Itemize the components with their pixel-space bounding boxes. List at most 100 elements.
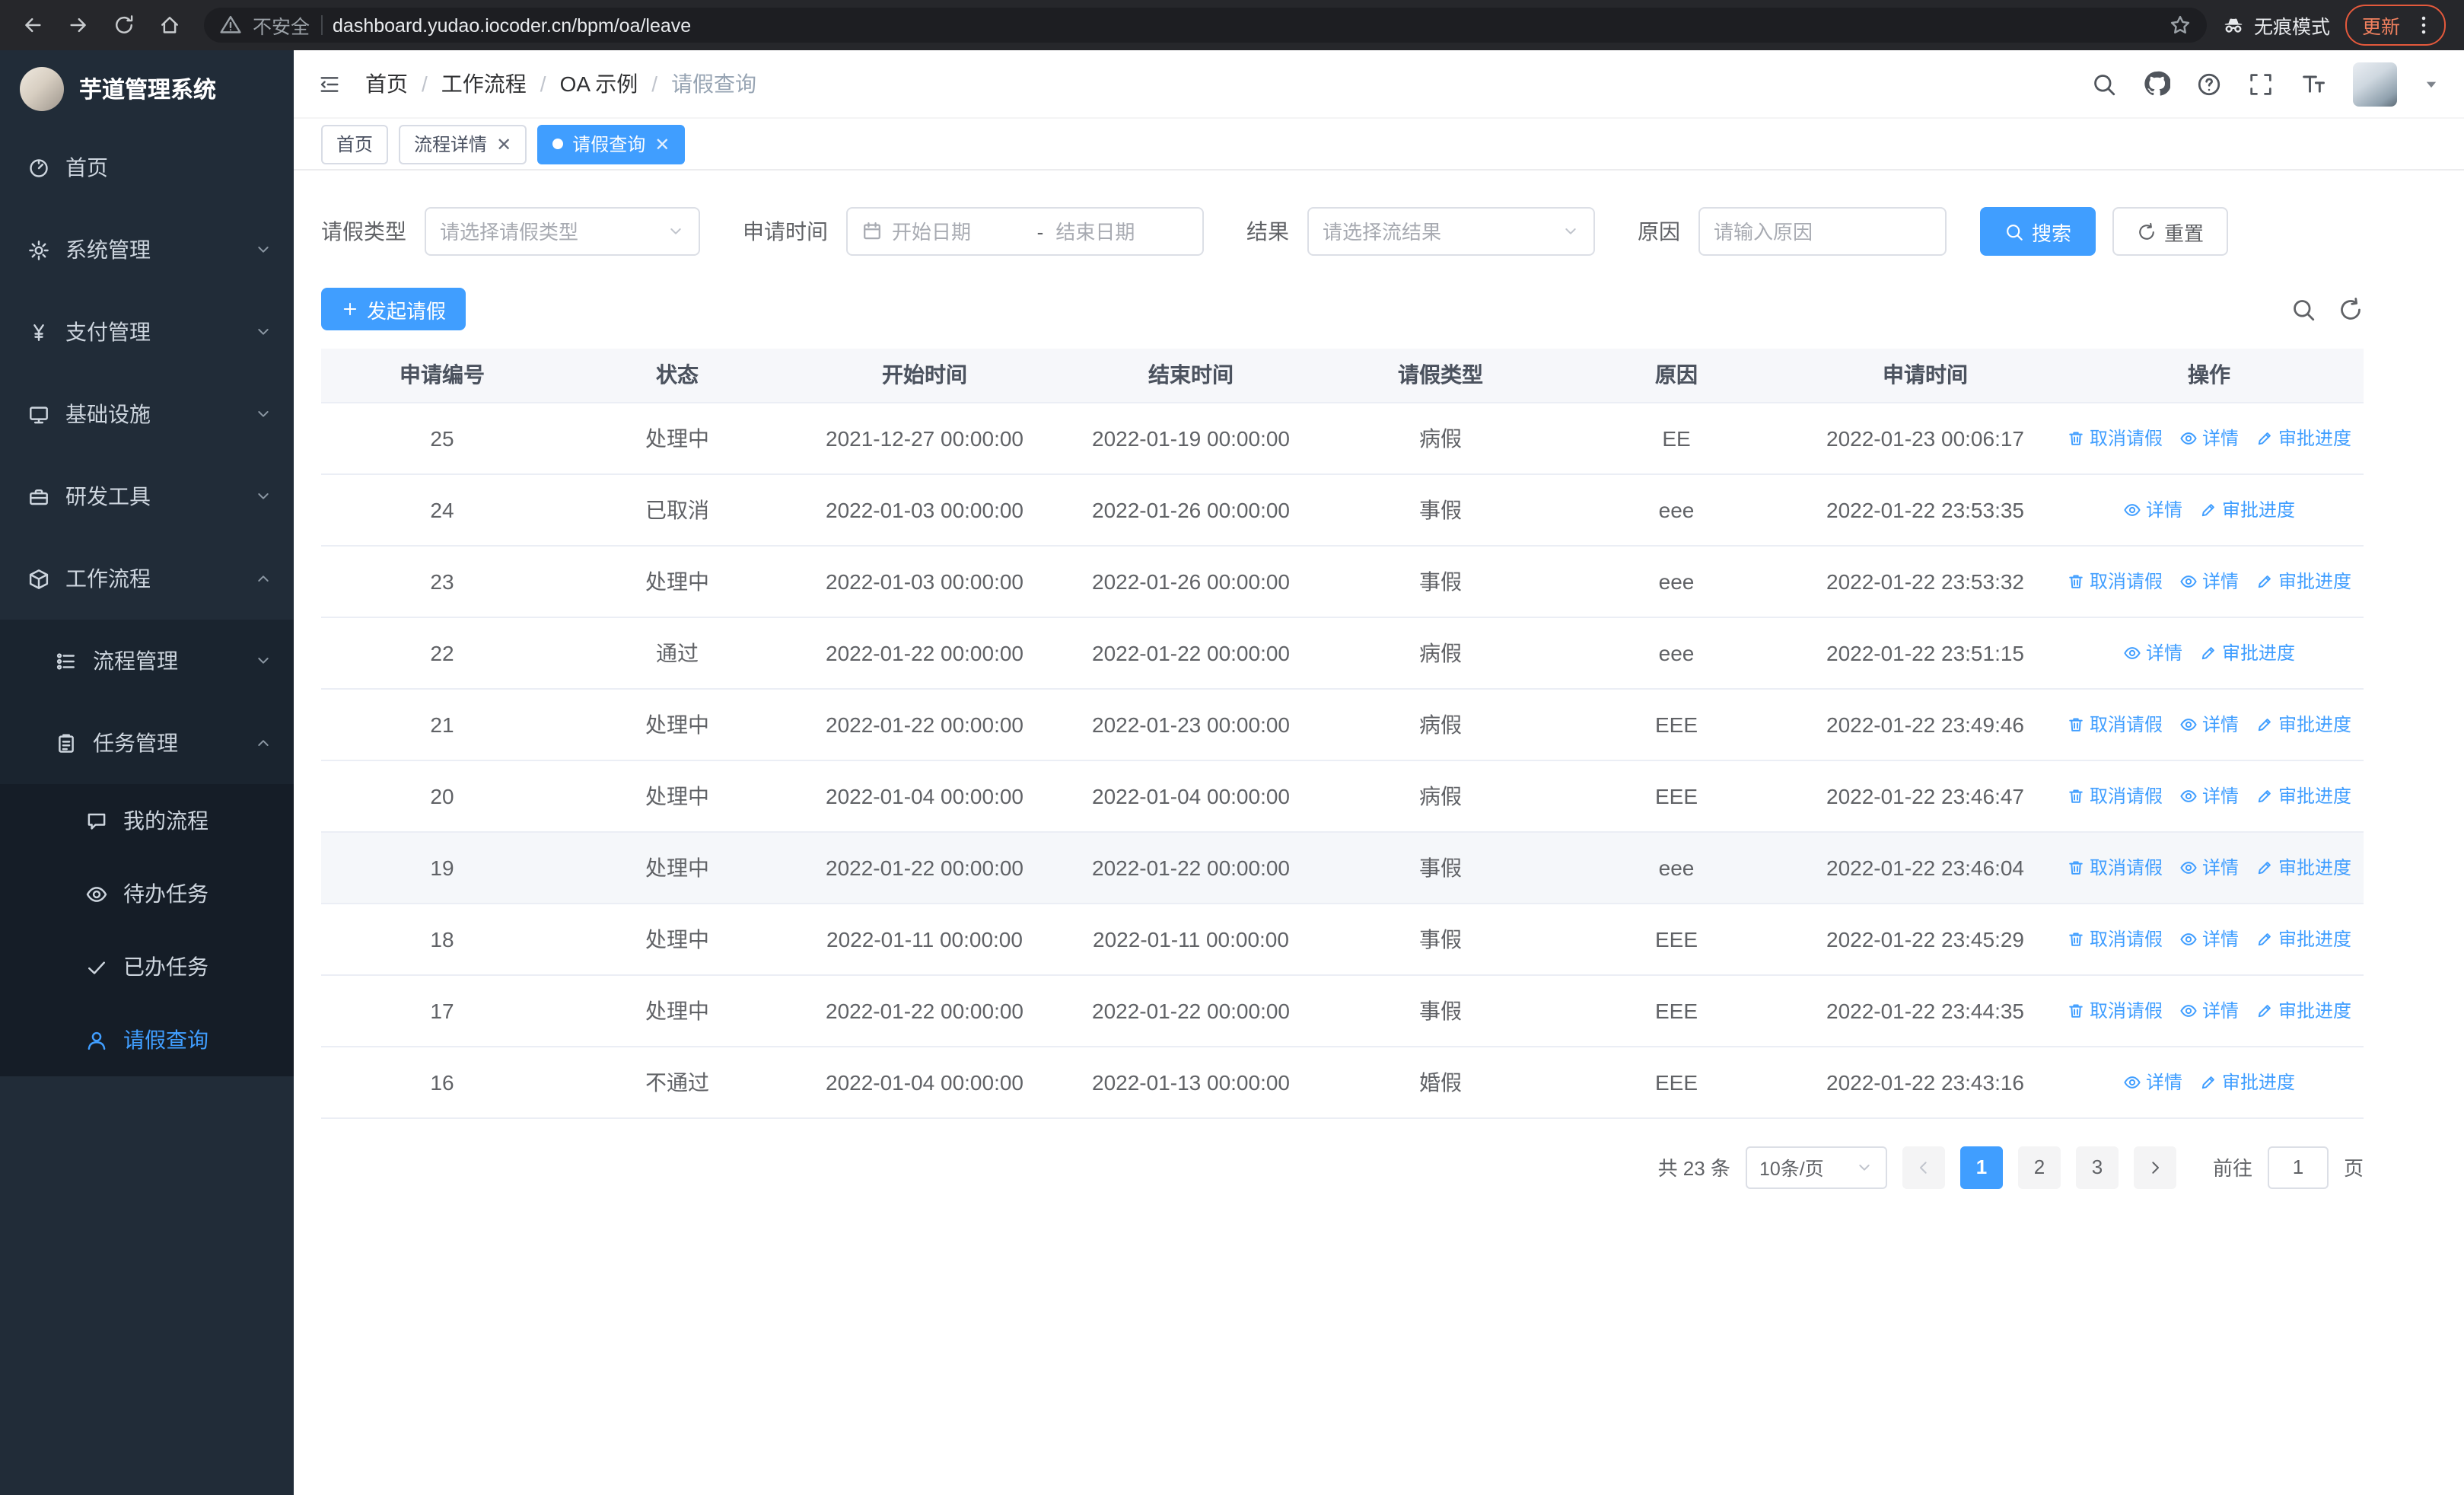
sidebar-item-workflow[interactable]: 工作流程 bbox=[0, 537, 294, 620]
cell-actions: 取消请假 详情 审批进度 bbox=[2055, 402, 2364, 474]
sidebar-item-label: 任务管理 bbox=[93, 731, 178, 755]
action-detail-link[interactable]: 详情 bbox=[2179, 425, 2239, 451]
sidebar-item-home[interactable]: 首页 bbox=[0, 126, 294, 209]
reason-field[interactable] bbox=[1698, 207, 1947, 256]
table-row[interactable]: 17 处理中 2022-01-22 00:00:00 2022-01-22 00:00… bbox=[321, 974, 2364, 1047]
page-button-3[interactable]: 3 bbox=[2075, 1146, 2119, 1188]
sidebar-item-process-mgmt[interactable]: 流程管理 bbox=[0, 620, 294, 702]
action-progress-link[interactable]: 审批进度 bbox=[2255, 568, 2351, 594]
close-tab-icon[interactable]: ✕ bbox=[654, 135, 670, 153]
search-button[interactable]: 搜索 bbox=[1980, 207, 2096, 256]
browser-forward-button[interactable] bbox=[58, 5, 97, 45]
cell-actions: 详情 审批进度 bbox=[2055, 473, 2364, 546]
refresh-table-icon[interactable] bbox=[2338, 296, 2364, 322]
leave-type-select[interactable] bbox=[425, 207, 700, 256]
action-progress-link[interactable]: 审批进度 bbox=[2255, 854, 2351, 880]
action-cancel-link[interactable]: 取消请假 bbox=[2067, 997, 2163, 1023]
action-cancel-link[interactable]: 取消请假 bbox=[2067, 568, 2163, 594]
trash-icon bbox=[2067, 572, 2085, 590]
action-progress-link[interactable]: 审批进度 bbox=[2255, 711, 2351, 737]
fullscreen-icon[interactable] bbox=[2248, 71, 2274, 97]
reset-button[interactable]: 重置 bbox=[2112, 207, 2229, 256]
action-detail-link[interactable]: 详情 bbox=[2179, 997, 2239, 1023]
page-size-select[interactable]: 10条/页 bbox=[1745, 1146, 1887, 1188]
action-cancel-link[interactable]: 取消请假 bbox=[2067, 854, 2163, 880]
goto-page-input[interactable] bbox=[2267, 1146, 2329, 1188]
action-progress-link[interactable]: 审批进度 bbox=[2255, 783, 2351, 808]
toggle-search-icon[interactable] bbox=[2291, 296, 2316, 322]
sidebar-item-leave-query[interactable]: 请假查询 bbox=[0, 1003, 294, 1076]
table-row[interactable]: 21 处理中 2022-01-22 00:00:00 2022-01-23 00:00… bbox=[321, 688, 2364, 760]
action-progress-link[interactable]: 审批进度 bbox=[2255, 425, 2351, 451]
table-row[interactable]: 23 处理中 2022-01-03 00:00:00 2022-01-26 00:00… bbox=[321, 545, 2364, 617]
action-progress-link[interactable]: 审批进度 bbox=[2199, 1069, 2295, 1095]
more-menu-icon[interactable] bbox=[2412, 14, 2435, 37]
table-row[interactable]: 19 处理中 2022-01-22 00:00:00 2022-01-22 00:00… bbox=[321, 831, 2364, 904]
action-detail-link[interactable]: 详情 bbox=[2179, 926, 2239, 952]
browser-home-button[interactable] bbox=[149, 5, 189, 45]
table-row[interactable]: 24 已取消 2022-01-03 00:00:00 2022-01-26 00:00… bbox=[321, 473, 2364, 546]
page-button-2[interactable]: 2 bbox=[2017, 1146, 2061, 1188]
page-button-1[interactable]: 1 bbox=[1959, 1146, 2003, 1188]
table-row[interactable]: 18 处理中 2022-01-11 00:00:00 2022-01-11 00:00… bbox=[321, 903, 2364, 975]
table-row[interactable]: 20 处理中 2022-01-04 00:00:00 2022-01-04 00:00… bbox=[321, 760, 2364, 832]
sidebar-item-my-processes[interactable]: 我的流程 bbox=[0, 784, 294, 857]
browser-reload-button[interactable] bbox=[103, 5, 143, 45]
collapse-sidebar-icon[interactable] bbox=[318, 72, 341, 95]
sidebar-item-infra[interactable]: 基础设施 bbox=[0, 373, 294, 455]
github-icon[interactable] bbox=[2143, 70, 2170, 97]
action-cancel-link[interactable]: 取消请假 bbox=[2067, 783, 2163, 808]
action-progress-link[interactable]: 审批进度 bbox=[2255, 997, 2351, 1023]
action-detail-link[interactable]: 详情 bbox=[2179, 783, 2239, 808]
browser-update-button[interactable]: 更新 bbox=[2345, 5, 2446, 46]
user-avatar[interactable] bbox=[2353, 62, 2397, 106]
create-leave-button[interactable]: 发起请假 bbox=[321, 288, 466, 330]
action-detail-link[interactable]: 详情 bbox=[2123, 639, 2182, 665]
reason-input[interactable] bbox=[1714, 220, 1931, 243]
action-cancel-link[interactable]: 取消请假 bbox=[2067, 926, 2163, 952]
sidebar-item-payment[interactable]: 支付管理 bbox=[0, 291, 294, 373]
sidebar-item-devtools[interactable]: 研发工具 bbox=[0, 455, 294, 537]
table-row[interactable]: 22 通过 2022-01-22 00:00:00 2022-01-22 00:00:… bbox=[321, 617, 2364, 689]
action-detail-link[interactable]: 详情 bbox=[2123, 1069, 2182, 1095]
cell-actions: 取消请假 详情 审批进度 bbox=[2055, 974, 2364, 1047]
start-date-input[interactable] bbox=[892, 220, 1025, 243]
close-tab-icon[interactable]: ✕ bbox=[496, 135, 511, 153]
breadcrumb-item[interactable]: 首页 bbox=[365, 69, 408, 99]
next-page-button[interactable] bbox=[2133, 1146, 2176, 1188]
action-progress-link[interactable]: 审批进度 bbox=[2255, 926, 2351, 952]
action-cancel-link[interactable]: 取消请假 bbox=[2067, 425, 2163, 451]
help-icon[interactable] bbox=[2196, 71, 2222, 97]
action-progress-link[interactable]: 审批进度 bbox=[2199, 496, 2295, 522]
address-bar[interactable]: 不安全 dashboard.yudao.iocoder.cn/bpm/oa/le… bbox=[204, 8, 2207, 43]
apply-time-label: 申请时间 bbox=[743, 219, 828, 244]
end-date-input[interactable] bbox=[1055, 220, 1189, 243]
browser-back-button[interactable] bbox=[12, 5, 52, 45]
sidebar-item-task-mgmt[interactable]: 任务管理 bbox=[0, 702, 294, 784]
sidebar-item-done-tasks[interactable]: 已办任务 bbox=[0, 930, 294, 1003]
action-detail-link[interactable]: 详情 bbox=[2179, 711, 2239, 737]
table-row[interactable]: 25 处理中 2021-12-27 00:00:00 2022-01-19 00:00… bbox=[321, 402, 2364, 474]
breadcrumb-item[interactable]: OA 示例 bbox=[560, 69, 638, 99]
search-icon[interactable] bbox=[2091, 71, 2117, 97]
table-row[interactable]: 16 不通过 2022-01-04 00:00:00 2022-01-13 00:00… bbox=[321, 1046, 2364, 1118]
action-detail-link[interactable]: 详情 bbox=[2179, 568, 2239, 594]
chevron-down-icon[interactable] bbox=[2423, 75, 2440, 92]
font-size-icon[interactable] bbox=[2300, 70, 2327, 97]
tab-home[interactable]: 首页 bbox=[321, 124, 389, 164]
breadcrumb-item[interactable]: 工作流程 bbox=[441, 69, 527, 99]
action-detail-link[interactable]: 详情 bbox=[2179, 854, 2239, 880]
sidebar-item-todo-tasks[interactable]: 待办任务 bbox=[0, 857, 294, 930]
leave-type-select-input[interactable] bbox=[440, 220, 657, 243]
sidebar-item-system[interactable]: 系统管理 bbox=[0, 209, 294, 291]
action-progress-link[interactable]: 审批进度 bbox=[2199, 639, 2295, 665]
date-range-picker[interactable]: - bbox=[846, 207, 1204, 256]
action-cancel-link[interactable]: 取消请假 bbox=[2067, 711, 2163, 737]
bookmark-star-icon[interactable] bbox=[2169, 14, 2192, 37]
tab-leave-query[interactable]: 请假查询 ✕ bbox=[537, 124, 686, 164]
action-detail-link[interactable]: 详情 bbox=[2123, 496, 2182, 522]
prev-page-button[interactable] bbox=[1902, 1146, 1945, 1188]
result-select-input[interactable] bbox=[1323, 220, 1552, 243]
result-select[interactable] bbox=[1307, 207, 1595, 256]
tab-process-detail[interactable]: 流程详情 ✕ bbox=[399, 124, 527, 164]
